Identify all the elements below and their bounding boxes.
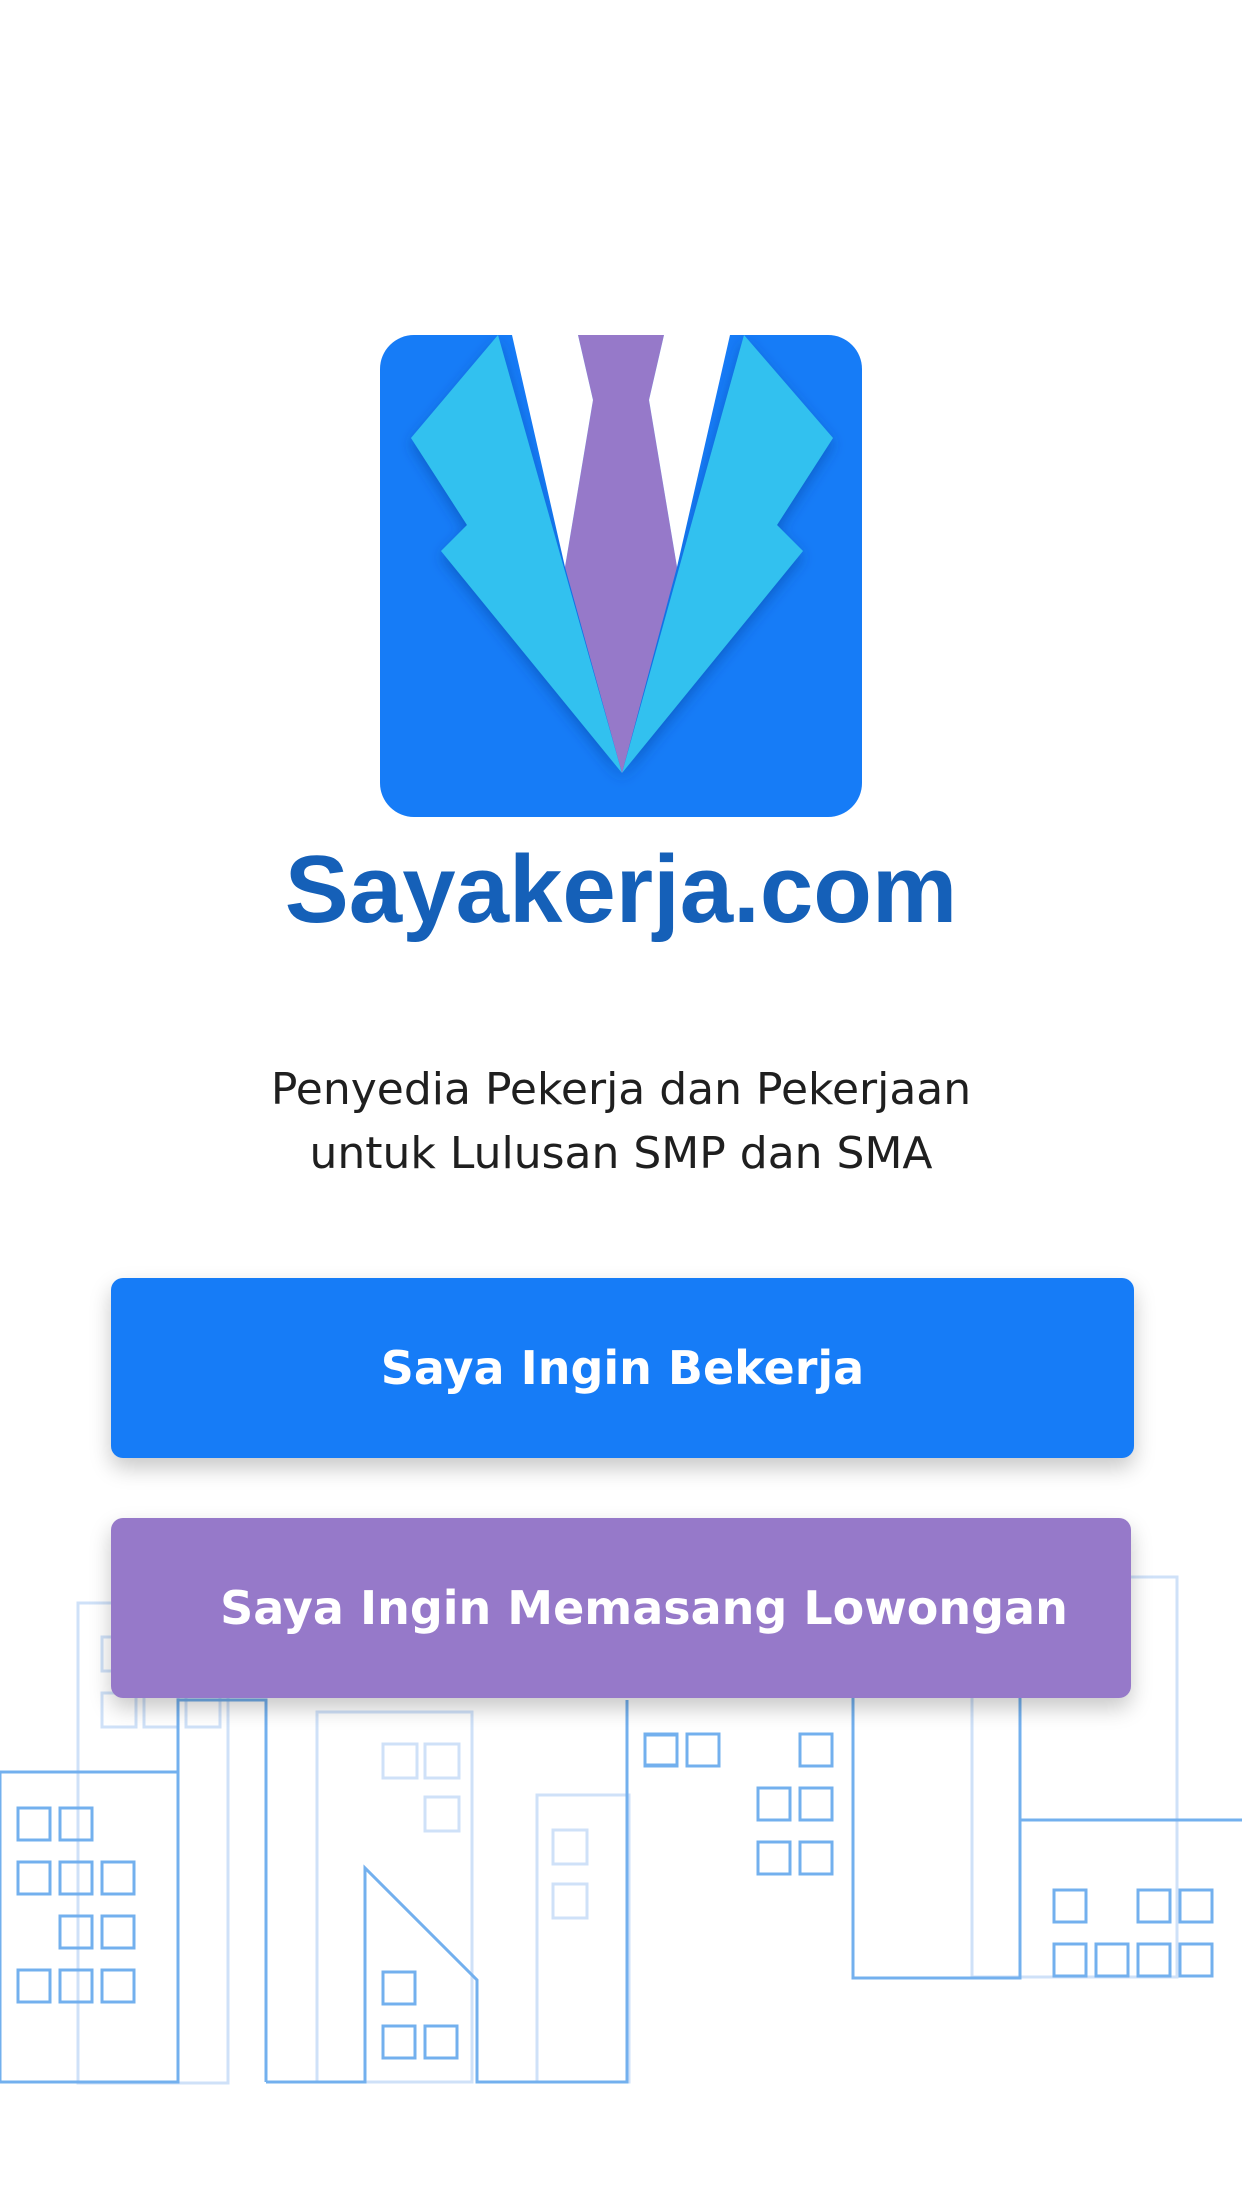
post-vacancy-label: Saya Ingin Memasang Lowongan	[220, 1581, 1068, 1635]
suit-tie-icon	[380, 335, 862, 817]
want-to-work-label: Saya Ingin Bekerja	[380, 1341, 865, 1395]
post-vacancy-button[interactable]: Saya Ingin Memasang Lowongan	[111, 1518, 1131, 1698]
tagline-line-2: untuk Lulusan SMP dan SMA	[309, 1128, 933, 1179]
brand-name: Sayakerja.com	[284, 836, 958, 943]
tagline: Penyedia Pekerja dan Pekerjaan untuk Lul…	[150, 1058, 1092, 1186]
want-to-work-button[interactable]: Saya Ingin Bekerja	[111, 1278, 1134, 1458]
tagline-line-1: Penyedia Pekerja dan Pekerjaan	[270, 1064, 972, 1115]
